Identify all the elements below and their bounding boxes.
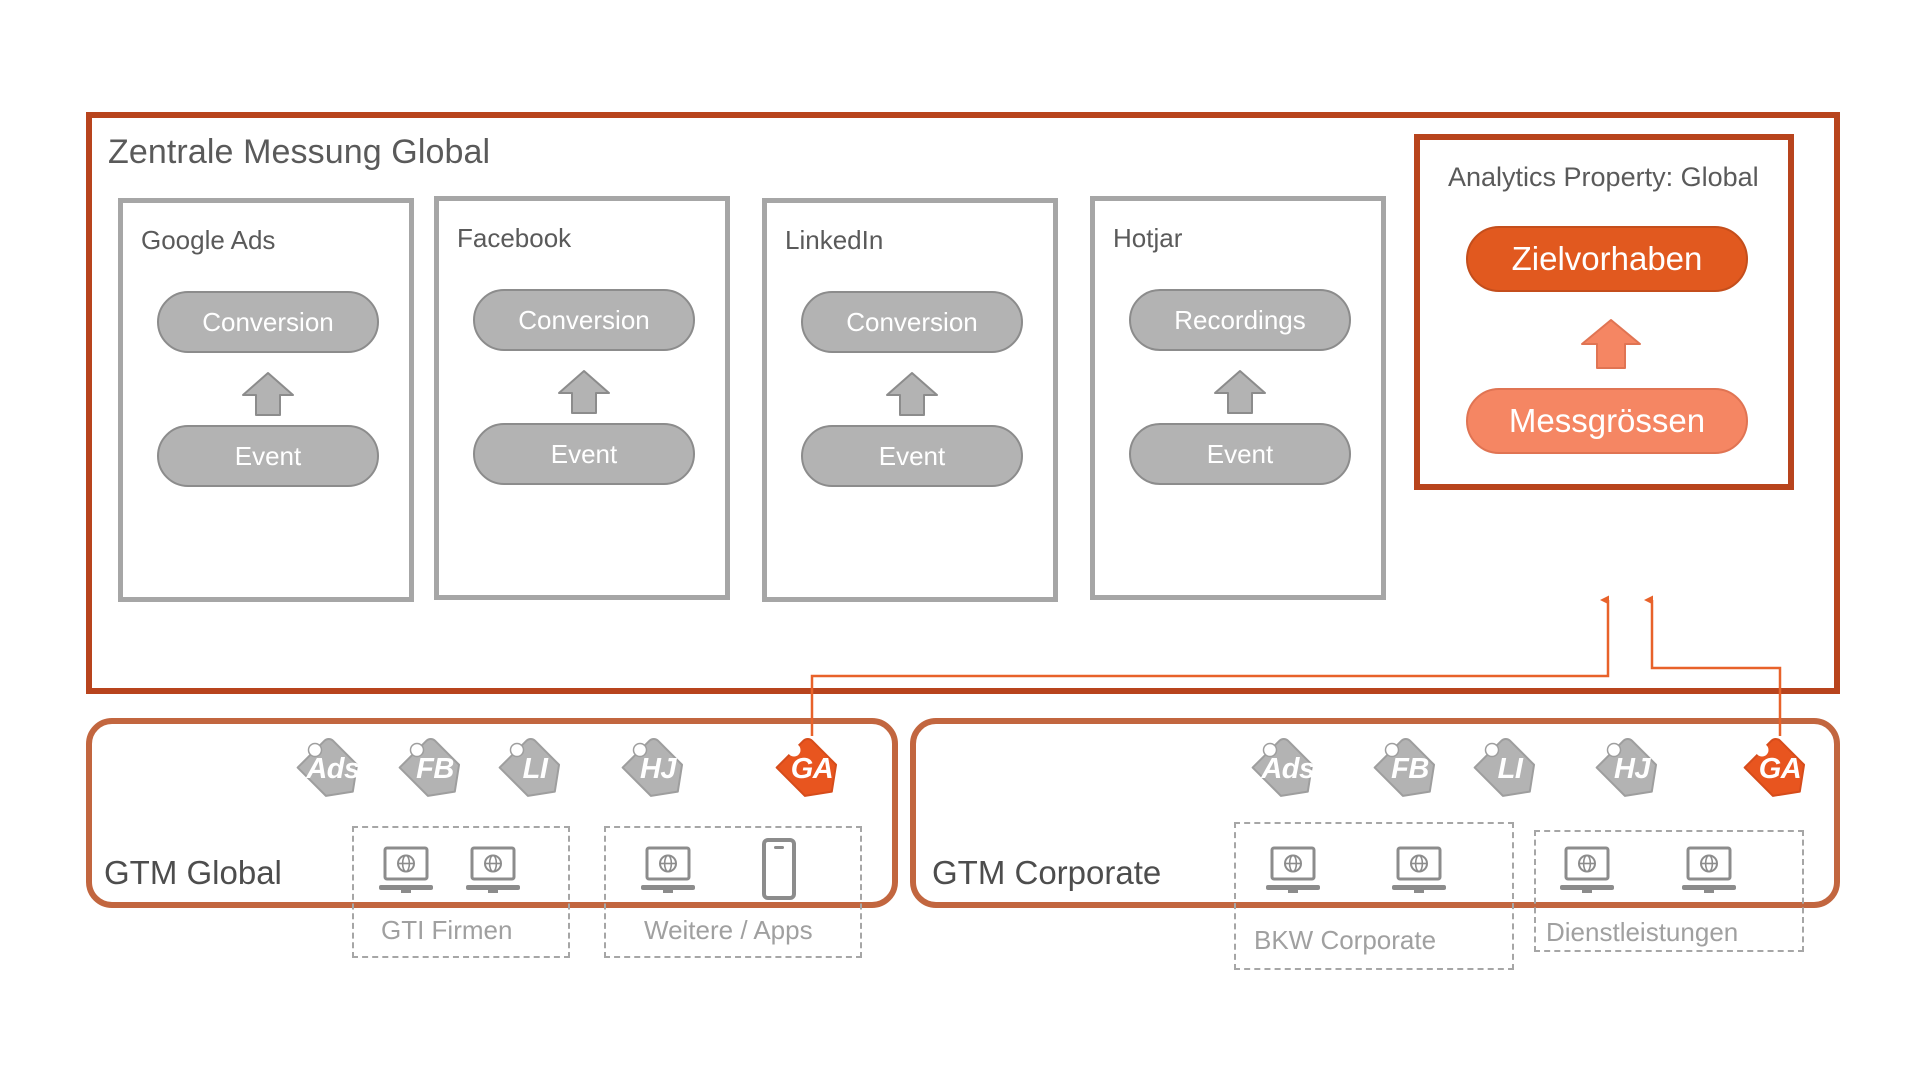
laptop-globe-icon bbox=[1560, 846, 1614, 893]
tag-icon bbox=[775, 738, 838, 797]
tag-li[interactable]: LI bbox=[1472, 731, 1548, 807]
laptop-globe-icon bbox=[379, 846, 433, 893]
laptop-globe-icon bbox=[466, 846, 520, 893]
tag-li[interactable]: LI bbox=[497, 731, 573, 807]
laptop-globe-icon bbox=[1682, 846, 1736, 893]
device-group-label: BKW Corporate bbox=[1254, 925, 1437, 955]
channel-conversion-pill: Conversion bbox=[801, 291, 1023, 353]
tag-fb[interactable]: FB bbox=[1372, 731, 1448, 807]
channel-conversion-pill: Conversion bbox=[157, 291, 379, 353]
tag-icon bbox=[621, 738, 684, 797]
tag-hj[interactable]: HJ bbox=[1594, 731, 1670, 807]
channel-event-pill: Event bbox=[1129, 423, 1351, 485]
smartphone-icon bbox=[762, 838, 796, 900]
channel-card-google-ads: Google Ads Conversion Event bbox=[118, 198, 414, 602]
channel-card-hotjar: Hotjar Recordings Event bbox=[1090, 196, 1386, 600]
tag-icon bbox=[398, 738, 461, 797]
device-group-label: Dienstleistungen bbox=[1546, 917, 1739, 947]
up-arrow-icon bbox=[1214, 370, 1266, 414]
channel-card-linkedin: LinkedIn Conversion Event bbox=[762, 198, 1058, 602]
channel-title: Hotjar bbox=[1113, 223, 1183, 253]
tag-icon bbox=[1595, 738, 1658, 797]
messgroessen-pill: Messgrössen bbox=[1466, 388, 1748, 454]
tag-ga-corporate[interactable]: GA bbox=[1742, 731, 1818, 807]
tag-icon bbox=[1743, 738, 1806, 797]
channel-event-pill: Event bbox=[157, 425, 379, 487]
up-arrow-icon bbox=[242, 372, 294, 416]
page-title: Zentrale Messung Global bbox=[108, 133, 491, 171]
channel-recordings-pill: Recordings bbox=[1129, 289, 1351, 351]
laptop-globe-icon bbox=[1392, 846, 1446, 893]
tag-icon bbox=[296, 738, 359, 797]
analytics-property-title: Analytics Property: Global bbox=[1448, 162, 1759, 192]
channel-title: Facebook bbox=[457, 223, 572, 253]
channel-event-pill: Event bbox=[473, 423, 695, 485]
gtm-corporate-label: GTM Corporate bbox=[932, 854, 1162, 891]
gtm-global-label: GTM Global bbox=[104, 854, 282, 891]
channel-conversion-pill: Conversion bbox=[473, 289, 695, 351]
laptop-globe-icon bbox=[1266, 846, 1320, 893]
analytics-property-container: Analytics Property: Global Zielvorhaben … bbox=[1414, 134, 1794, 490]
up-arrow-icon bbox=[558, 370, 610, 414]
up-arrow-icon bbox=[1581, 319, 1641, 369]
channel-title: Google Ads bbox=[141, 225, 276, 255]
tag-hj[interactable]: HJ bbox=[620, 731, 696, 807]
tag-icon bbox=[1473, 738, 1536, 797]
channel-title: LinkedIn bbox=[785, 225, 884, 255]
tag-icon bbox=[1251, 738, 1314, 797]
zielvorhaben-pill: Zielvorhaben bbox=[1466, 226, 1748, 292]
tag-ga-global[interactable]: GA bbox=[774, 731, 850, 807]
channel-event-pill: Event bbox=[801, 425, 1023, 487]
tag-fb[interactable]: FB bbox=[397, 731, 473, 807]
up-arrow-icon bbox=[886, 372, 938, 416]
tag-ads[interactable]: Ads bbox=[1250, 731, 1326, 807]
diagram-canvas: Zentrale Messung Global Google Ads Conve… bbox=[0, 0, 1920, 1080]
tag-ads[interactable]: Ads bbox=[295, 731, 371, 807]
tag-icon bbox=[498, 738, 561, 797]
tag-icon bbox=[1373, 738, 1436, 797]
device-group-label: GTI Firmen bbox=[381, 915, 513, 945]
device-group-label: Weitere / Apps bbox=[644, 915, 813, 945]
laptop-globe-icon bbox=[641, 846, 695, 893]
channel-card-facebook: Facebook Conversion Event bbox=[434, 196, 730, 600]
